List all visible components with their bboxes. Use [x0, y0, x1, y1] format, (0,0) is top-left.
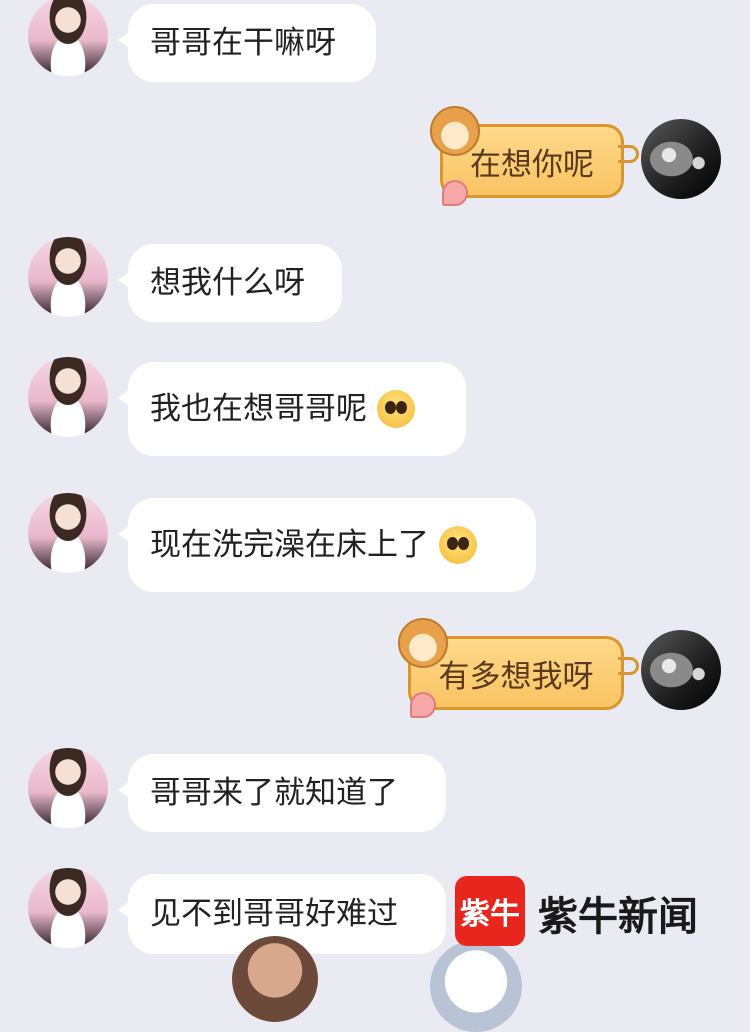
peach-bubble-decoration-icon — [410, 692, 436, 718]
pleading-face-emoji-icon — [439, 526, 477, 564]
message-text: 哥哥在干嘛呀 — [150, 24, 336, 61]
contact-avatar[interactable] — [28, 493, 108, 573]
message-text: 有多想我呀 — [438, 658, 594, 695]
contact-avatar[interactable] — [28, 748, 108, 828]
message-text: 我也在想哥哥呢 — [150, 390, 367, 427]
incoming-message-bubble[interactable]: 我也在想哥哥呢 — [118, 362, 466, 456]
contact-avatar[interactable] — [28, 357, 108, 437]
user-avatar[interactable] — [641, 630, 721, 710]
peach-bubble-decoration-icon — [442, 180, 468, 206]
user-avatar[interactable] — [641, 119, 721, 199]
message-text: 现在洗完澡在床上了 — [150, 526, 429, 563]
message-text: 哥哥来了就知道了 — [150, 774, 398, 811]
cartoon-character-decoration — [430, 940, 522, 1032]
cartoon-character-decoration — [232, 936, 318, 1022]
monkey-bubble-decoration-icon — [398, 618, 448, 668]
logo-char: 紫牛 — [460, 897, 520, 932]
contact-avatar[interactable] — [28, 0, 108, 76]
news-logo-icon: 紫牛 — [455, 876, 525, 946]
incoming-message-bubble[interactable]: 现在洗完澡在床上了 — [118, 498, 536, 592]
message-text: 在想你呢 — [470, 146, 594, 183]
contact-avatar[interactable] — [28, 237, 108, 317]
incoming-message-bubble[interactable]: 哥哥来了就知道了 — [118, 754, 446, 832]
contact-avatar[interactable] — [28, 868, 108, 948]
incoming-message-bubble[interactable]: 想我什么呀 — [118, 244, 342, 322]
news-brand-watermark: 紫牛新闻 — [538, 893, 698, 940]
monkey-bubble-decoration-icon — [430, 106, 480, 156]
pleading-face-emoji-icon — [377, 390, 415, 428]
message-text: 见不到哥哥好难过 — [150, 895, 398, 932]
incoming-message-bubble[interactable]: 哥哥在干嘛呀 — [118, 4, 376, 82]
message-text: 想我什么呀 — [150, 264, 305, 301]
